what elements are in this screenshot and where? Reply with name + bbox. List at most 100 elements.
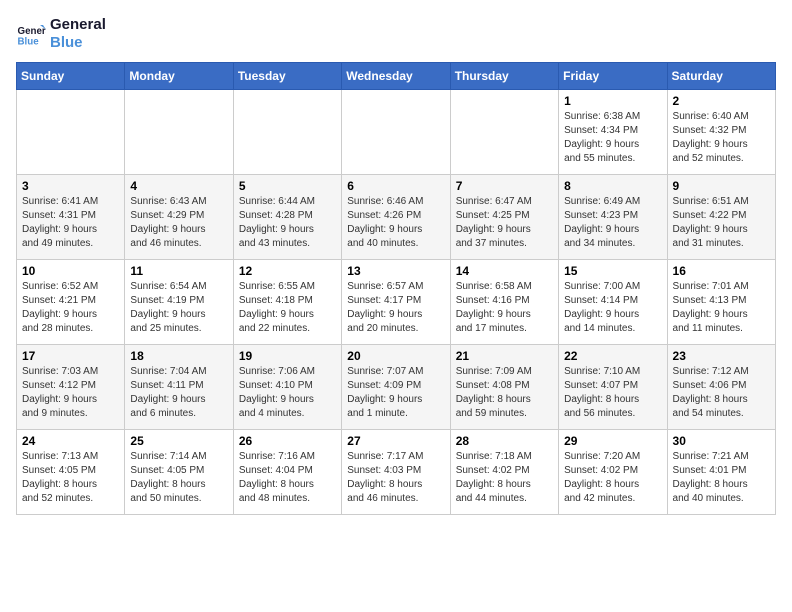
calendar-cell: 8 Sunrise: 6:49 AM Sunset: 4:23 PM Daylig…	[559, 175, 667, 260]
day-number: 1	[564, 94, 661, 108]
day-detail: Sunrise: 7:17 AM Sunset: 4:03 PM Dayligh…	[347, 450, 444, 506]
day-number: 27	[347, 434, 444, 448]
day-number: 3	[22, 179, 119, 193]
calendar-cell: 13 Sunrise: 6:57 AM Sunset: 4:17 PM Dayli…	[342, 260, 450, 345]
calendar-cell: 26 Sunrise: 7:16 AM Sunset: 4:04 PM Dayli…	[233, 430, 341, 515]
day-detail: Sunrise: 6:38 AM Sunset: 4:34 PM Dayligh…	[564, 110, 661, 166]
day-number: 21	[456, 349, 553, 363]
calendar-table: SundayMondayTuesdayWednesdayThursdayFrid…	[16, 62, 776, 515]
weekday-header-row: SundayMondayTuesdayWednesdayThursdayFrid…	[17, 63, 776, 90]
weekday-header-saturday: Saturday	[667, 63, 775, 90]
day-number: 16	[673, 264, 770, 278]
day-detail: Sunrise: 7:04 AM Sunset: 4:11 PM Dayligh…	[130, 365, 227, 421]
day-detail: Sunrise: 7:09 AM Sunset: 4:08 PM Dayligh…	[456, 365, 553, 421]
day-number: 15	[564, 264, 661, 278]
day-detail: Sunrise: 6:44 AM Sunset: 4:28 PM Dayligh…	[239, 195, 336, 251]
calendar-week-row: 3 Sunrise: 6:41 AM Sunset: 4:31 PM Daylig…	[17, 175, 776, 260]
calendar-cell: 4 Sunrise: 6:43 AM Sunset: 4:29 PM Daylig…	[125, 175, 233, 260]
day-number: 29	[564, 434, 661, 448]
day-number: 13	[347, 264, 444, 278]
day-detail: Sunrise: 6:40 AM Sunset: 4:32 PM Dayligh…	[673, 110, 770, 166]
calendar-week-row: 24 Sunrise: 7:13 AM Sunset: 4:05 PM Dayli…	[17, 430, 776, 515]
calendar-cell: 19Sunrise: 7:06 AM Sunset: 4:10 PM Dayli…	[233, 345, 341, 430]
calendar-cell: 2Sunrise: 6:40 AM Sunset: 4:32 PM Daylig…	[667, 90, 775, 175]
day-detail: Sunrise: 7:18 AM Sunset: 4:02 PM Dayligh…	[456, 450, 553, 506]
calendar-cell: 20 Sunrise: 7:07 AM Sunset: 4:09 PM Dayli…	[342, 345, 450, 430]
calendar-cell: 16 Sunrise: 7:01 AM Sunset: 4:13 PM Dayli…	[667, 260, 775, 345]
calendar-cell: 5 Sunrise: 6:44 AM Sunset: 4:28 PM Daylig…	[233, 175, 341, 260]
day-detail: Sunrise: 6:51 AM Sunset: 4:22 PM Dayligh…	[673, 195, 770, 251]
day-number: 5	[239, 179, 336, 193]
day-number: 20	[347, 349, 444, 363]
day-number: 24	[22, 434, 119, 448]
calendar-week-row: 1 Sunrise: 6:38 AM Sunset: 4:34 PM Daylig…	[17, 90, 776, 175]
day-detail: Sunrise: 7:01 AM Sunset: 4:13 PM Dayligh…	[673, 280, 770, 336]
weekday-header-wednesday: Wednesday	[342, 63, 450, 90]
day-number: 25	[130, 434, 227, 448]
svg-text:General: General	[18, 26, 47, 37]
calendar-cell	[233, 90, 341, 175]
day-detail: Sunrise: 6:41 AM Sunset: 4:31 PM Dayligh…	[22, 195, 119, 251]
calendar-week-row: 10 Sunrise: 6:52 AM Sunset: 4:21 PM Dayli…	[17, 260, 776, 345]
day-detail: Sunrise: 7:16 AM Sunset: 4:04 PM Dayligh…	[239, 450, 336, 506]
day-detail: Sunrise: 7:12 AM Sunset: 4:06 PM Dayligh…	[673, 365, 770, 421]
calendar-cell: 6 Sunrise: 6:46 AM Sunset: 4:26 PM Daylig…	[342, 175, 450, 260]
calendar-cell: 27 Sunrise: 7:17 AM Sunset: 4:03 PM Dayli…	[342, 430, 450, 515]
day-detail: Sunrise: 7:10 AM Sunset: 4:07 PM Dayligh…	[564, 365, 661, 421]
day-detail: Sunrise: 7:07 AM Sunset: 4:09 PM Dayligh…	[347, 365, 444, 421]
day-detail: Sunrise: 6:46 AM Sunset: 4:26 PM Dayligh…	[347, 195, 444, 251]
day-detail: Sunrise: 7:06 AM Sunset: 4:10 PM Dayligh…	[239, 365, 336, 421]
day-number: 26	[239, 434, 336, 448]
calendar-cell: 3 Sunrise: 6:41 AM Sunset: 4:31 PM Daylig…	[17, 175, 125, 260]
day-number: 28	[456, 434, 553, 448]
day-number: 22	[564, 349, 661, 363]
day-number: 23	[673, 349, 770, 363]
day-number: 30	[673, 434, 770, 448]
day-number: 10	[22, 264, 119, 278]
day-detail: Sunrise: 7:21 AM Sunset: 4:01 PM Dayligh…	[673, 450, 770, 506]
logo-icon: General Blue	[16, 19, 46, 49]
day-number: 14	[456, 264, 553, 278]
calendar-cell: 30 Sunrise: 7:21 AM Sunset: 4:01 PM Dayli…	[667, 430, 775, 515]
day-number: 9	[673, 179, 770, 193]
calendar-cell	[342, 90, 450, 175]
day-detail: Sunrise: 7:13 AM Sunset: 4:05 PM Dayligh…	[22, 450, 119, 506]
calendar-cell: 24 Sunrise: 7:13 AM Sunset: 4:05 PM Dayli…	[17, 430, 125, 515]
svg-text:Blue: Blue	[18, 37, 40, 48]
day-number: 4	[130, 179, 227, 193]
logo-text-line2: Blue	[50, 34, 106, 52]
day-detail: Sunrise: 6:49 AM Sunset: 4:23 PM Dayligh…	[564, 195, 661, 251]
day-number: 17	[22, 349, 119, 363]
logo: General Blue General Blue	[16, 16, 106, 52]
day-number: 11	[130, 264, 227, 278]
weekday-header-friday: Friday	[559, 63, 667, 90]
calendar-cell: 21 Sunrise: 7:09 AM Sunset: 4:08 PM Dayli…	[450, 345, 558, 430]
calendar-cell	[125, 90, 233, 175]
day-detail: Sunrise: 6:43 AM Sunset: 4:29 PM Dayligh…	[130, 195, 227, 251]
day-detail: Sunrise: 6:47 AM Sunset: 4:25 PM Dayligh…	[456, 195, 553, 251]
day-number: 7	[456, 179, 553, 193]
day-number: 6	[347, 179, 444, 193]
day-number: 12	[239, 264, 336, 278]
calendar-cell: 14 Sunrise: 6:58 AM Sunset: 4:16 PM Dayli…	[450, 260, 558, 345]
weekday-header-monday: Monday	[125, 63, 233, 90]
day-detail: Sunrise: 7:00 AM Sunset: 4:14 PM Dayligh…	[564, 280, 661, 336]
day-detail: Sunrise: 6:52 AM Sunset: 4:21 PM Dayligh…	[22, 280, 119, 336]
day-detail: Sunrise: 6:54 AM Sunset: 4:19 PM Dayligh…	[130, 280, 227, 336]
calendar-cell	[17, 90, 125, 175]
day-number: 18	[130, 349, 227, 363]
logo-text-line1: General	[50, 16, 106, 34]
weekday-header-sunday: Sunday	[17, 63, 125, 90]
calendar-cell: 22 Sunrise: 7:10 AM Sunset: 4:07 PM Dayli…	[559, 345, 667, 430]
day-number: 8	[564, 179, 661, 193]
calendar-cell: 29 Sunrise: 7:20 AM Sunset: 4:02 PM Dayli…	[559, 430, 667, 515]
calendar-cell: 1 Sunrise: 6:38 AM Sunset: 4:34 PM Daylig…	[559, 90, 667, 175]
calendar-cell: 23 Sunrise: 7:12 AM Sunset: 4:06 PM Dayli…	[667, 345, 775, 430]
page-header: General Blue General Blue	[16, 16, 776, 52]
calendar-cell: 28 Sunrise: 7:18 AM Sunset: 4:02 PM Dayli…	[450, 430, 558, 515]
day-detail: Sunrise: 6:58 AM Sunset: 4:16 PM Dayligh…	[456, 280, 553, 336]
day-detail: Sunrise: 6:57 AM Sunset: 4:17 PM Dayligh…	[347, 280, 444, 336]
weekday-header-tuesday: Tuesday	[233, 63, 341, 90]
calendar-cell: 15 Sunrise: 7:00 AM Sunset: 4:14 PM Dayli…	[559, 260, 667, 345]
day-detail: Sunrise: 7:20 AM Sunset: 4:02 PM Dayligh…	[564, 450, 661, 506]
